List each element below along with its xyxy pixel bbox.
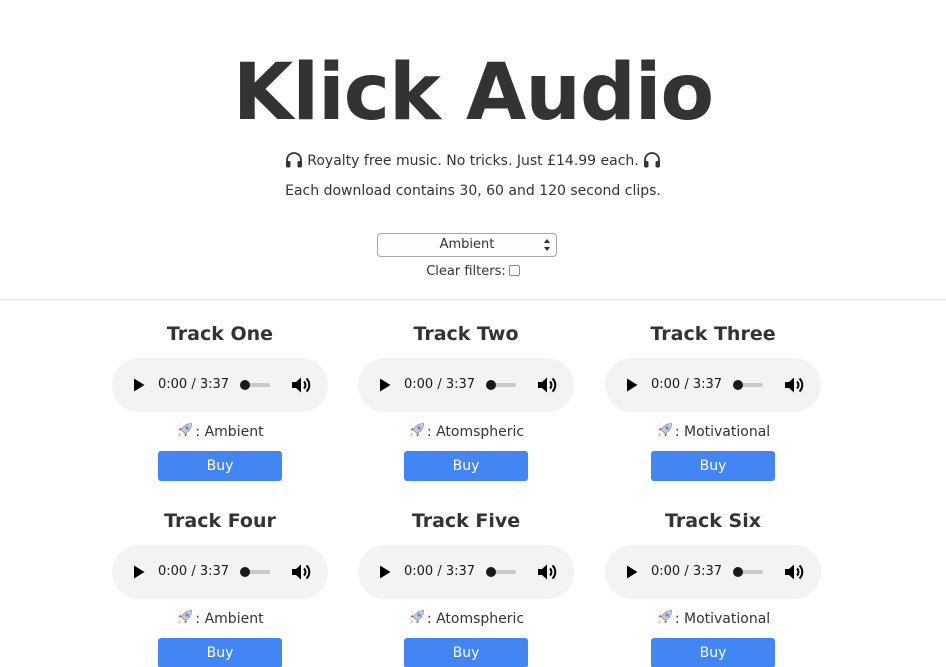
rocket-icon: [178, 610, 193, 625]
player-time: 0:00 / 3:37: [651, 564, 723, 579]
divider: [0, 299, 946, 300]
genre-label: Ambient: [204, 611, 264, 627]
volume-icon[interactable]: [536, 562, 558, 582]
genre-label: Ambient: [204, 424, 264, 440]
play-icon[interactable]: [626, 565, 638, 579]
volume-icon[interactable]: [536, 375, 558, 395]
genre-prefix: :: [426, 611, 437, 627]
track-title: Track Three: [650, 323, 776, 345]
audio-player[interactable]: 0:00 / 3:37: [605, 358, 821, 412]
player-time: 0:00 / 3:37: [651, 377, 723, 392]
buy-button[interactable]: Buy: [651, 638, 775, 667]
headphones-icon: [286, 152, 303, 168]
genre-filter-select[interactable]: Ambient: [377, 233, 557, 257]
volume-icon[interactable]: [290, 375, 312, 395]
buy-button[interactable]: Buy: [404, 638, 528, 667]
genre-prefix: :: [674, 611, 684, 627]
genre-filter-value: Ambient: [439, 237, 495, 252]
track-title: Track Four: [164, 510, 276, 532]
genre-label: Atomspheric: [436, 424, 525, 440]
page-title: Klick Audio: [232, 48, 714, 138]
track-title: Track Six: [664, 510, 762, 532]
volume-icon[interactable]: [783, 562, 805, 582]
track-title: Track Two: [413, 323, 519, 345]
progress-handle[interactable]: [486, 380, 496, 390]
track-card: Track Two 0:00 / 3:37 : Atomspheric Buy: [356, 320, 576, 481]
volume-icon[interactable]: [783, 375, 805, 395]
track-genre: : Ambient: [110, 422, 330, 442]
buy-button[interactable]: Buy: [651, 451, 775, 481]
track-card: Track Five 0:00 / 3:37 : Atomspheric Buy: [356, 507, 576, 667]
genre-prefix: :: [195, 424, 205, 440]
audio-player[interactable]: 0:00 / 3:37: [605, 545, 821, 599]
genre-prefix: :: [674, 424, 684, 440]
clear-filters-checkbox[interactable]: [508, 265, 520, 276]
page-header: Klick Audio Royalty free music. No trick…: [0, 0, 946, 300]
volume-icon[interactable]: [290, 562, 312, 582]
play-icon[interactable]: [379, 565, 391, 579]
progress-handle[interactable]: [733, 380, 743, 390]
play-icon[interactable]: [379, 378, 391, 392]
progress-handle[interactable]: [240, 380, 250, 390]
track-title: Track One: [166, 323, 274, 345]
audio-player[interactable]: 0:00 / 3:37: [358, 358, 574, 412]
select-arrows-icon: [544, 239, 550, 251]
play-icon[interactable]: [133, 378, 145, 392]
rocket-icon: [657, 423, 672, 438]
genre-prefix: :: [195, 611, 205, 627]
genre-label: Motivational: [683, 611, 771, 627]
genre-label: Motivational: [683, 424, 771, 440]
track-card: Track Four 0:00 / 3:37 : Ambient Buy: [110, 507, 330, 667]
track-genre: : Ambient: [110, 609, 330, 629]
buy-button[interactable]: Buy: [404, 451, 528, 481]
genre-prefix: :: [426, 424, 437, 440]
progress-handle[interactable]: [240, 567, 250, 577]
headphones-icon: [643, 152, 660, 168]
progress-handle[interactable]: [733, 567, 743, 577]
progress-handle[interactable]: [486, 567, 496, 577]
track-genre: : Atomspheric: [356, 609, 576, 629]
rocket-icon: [409, 423, 424, 438]
buy-button[interactable]: Buy: [158, 451, 282, 481]
rocket-icon: [657, 610, 672, 625]
track-title: Track Five: [411, 510, 521, 532]
player-time: 0:00 / 3:37: [158, 377, 230, 392]
track-genre: : Motivational: [603, 609, 823, 629]
clear-filters-label: Clear filters:: [426, 264, 506, 279]
tagline: Royalty free music. No tricks. Just £14.…: [0, 152, 946, 169]
play-icon[interactable]: [133, 565, 145, 579]
clear-filters-row: Clear filters:: [0, 264, 946, 279]
track-card: Track Six 0:00 / 3:37 : Motivational Buy: [603, 507, 823, 667]
track-genre: : Motivational: [603, 422, 823, 442]
play-icon[interactable]: [626, 378, 638, 392]
buy-button[interactable]: Buy: [158, 638, 282, 667]
download-info: Each download contains 30, 60 and 120 se…: [285, 183, 661, 199]
genre-label: Atomspheric: [436, 611, 525, 627]
track-genre: : Atomspheric: [356, 422, 576, 442]
player-time: 0:00 / 3:37: [158, 564, 230, 579]
tagline-text: Royalty free music. No tricks. Just £14.…: [307, 153, 639, 169]
audio-player[interactable]: 0:00 / 3:37: [358, 545, 574, 599]
track-card: Track One 0:00 / 3:37 : Ambient Buy: [110, 320, 330, 481]
audio-player[interactable]: 0:00 / 3:37: [112, 545, 328, 599]
track-card: Track Three 0:00 / 3:37 : Motivational B…: [603, 320, 823, 481]
player-time: 0:00 / 3:37: [404, 377, 476, 392]
audio-player[interactable]: 0:00 / 3:37: [112, 358, 328, 412]
player-time: 0:00 / 3:37: [404, 564, 476, 579]
rocket-icon: [409, 610, 424, 625]
rocket-icon: [178, 423, 193, 438]
